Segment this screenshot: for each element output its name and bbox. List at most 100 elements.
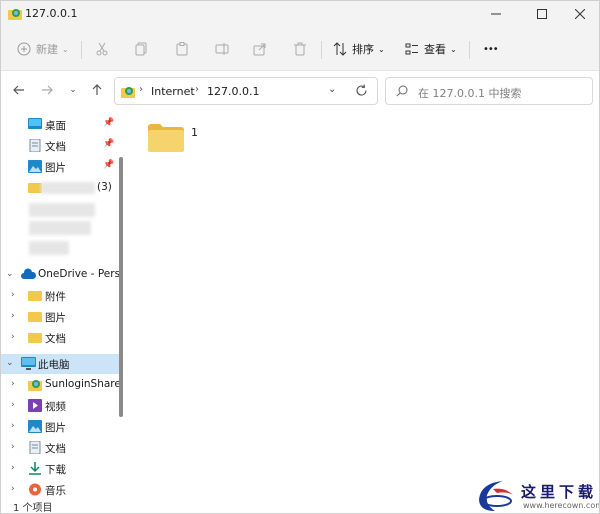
pin-icon: 📌 bbox=[103, 160, 115, 170]
sidebar-item-blurred-folder[interactable]: (3) bbox=[1, 178, 119, 198]
search-placeholder: 在 127.0.0.1 中搜索 bbox=[418, 87, 522, 100]
copy-icon bbox=[135, 42, 147, 56]
refresh-button[interactable] bbox=[355, 84, 373, 102]
back-button[interactable] bbox=[9, 80, 29, 100]
download-icon bbox=[28, 462, 42, 475]
sidebar-item-videos[interactable]: › 视频 bbox=[1, 396, 119, 416]
chevron-down-icon: ⌄ bbox=[62, 44, 69, 54]
new-label: 新建 bbox=[36, 43, 58, 56]
sidebar-item-label: 此电脑 bbox=[38, 359, 70, 371]
sidebar-item-sunlogin-share[interactable]: › SunloginShare( bbox=[1, 375, 119, 395]
search-box[interactable]: 在 127.0.0.1 中搜索 bbox=[385, 77, 593, 105]
sidebar-item-this-pc[interactable]: ⌄ 此电脑 bbox=[1, 354, 119, 374]
scissors-icon bbox=[96, 42, 108, 56]
item-count: 1 个项目 bbox=[13, 503, 53, 514]
new-button[interactable]: 新建 ⌄ bbox=[17, 39, 69, 59]
chevron-right-icon: › bbox=[11, 332, 15, 342]
file-list: 1 bbox=[129, 111, 599, 497]
cloud-icon bbox=[21, 268, 37, 281]
sidebar-item-label: 附件 bbox=[45, 291, 66, 303]
folder-icon bbox=[147, 123, 185, 156]
pin-icon: 📌 bbox=[103, 139, 115, 149]
watermark-logo-icon bbox=[479, 481, 513, 511]
address-dropdown-icon[interactable]: ⌄ bbox=[328, 84, 336, 95]
document-icon bbox=[28, 440, 42, 455]
sidebar-item-desktop[interactable]: 桌面 📌 bbox=[1, 115, 119, 135]
separator bbox=[81, 41, 82, 59]
close-button[interactable] bbox=[557, 1, 599, 27]
cut-button[interactable] bbox=[95, 39, 109, 59]
view-button[interactable]: 查看 ⌄ bbox=[405, 39, 457, 59]
paste-button[interactable] bbox=[175, 39, 189, 59]
sidebar-item-pc-documents[interactable]: › 文档 bbox=[1, 438, 119, 458]
minimize-button[interactable] bbox=[473, 1, 519, 27]
sidebar-item-music[interactable]: › 音乐 bbox=[1, 480, 119, 497]
sort-button[interactable]: 排序 ⌄ bbox=[333, 39, 385, 59]
chevron-right-icon: › bbox=[195, 84, 199, 95]
network-folder-icon bbox=[121, 85, 135, 101]
blurred-item bbox=[29, 221, 91, 235]
sidebar-item-onedrive-documents[interactable]: › 文档 bbox=[1, 328, 119, 348]
chevron-right-icon: › bbox=[11, 379, 15, 389]
chevron-right-icon: › bbox=[11, 463, 15, 473]
chevron-down-icon: ⌄ bbox=[69, 85, 77, 95]
network-drive-icon bbox=[28, 378, 42, 391]
copy-button[interactable] bbox=[135, 39, 149, 59]
chevron-right-icon: › bbox=[11, 400, 15, 410]
sidebar-item-label: (3) bbox=[97, 181, 112, 193]
sidebar-item-label: OneDrive - Perso bbox=[38, 268, 119, 280]
sidebar-item-label: 文档 bbox=[45, 141, 66, 153]
breadcrumb-host[interactable]: 127.0.0.1 bbox=[207, 85, 259, 98]
watermark: 这里下载 www.herecown.com bbox=[471, 473, 600, 513]
sidebar-item-onedrive-pictures[interactable]: › 图片 bbox=[1, 307, 119, 327]
sidebar-item-label: 下载 bbox=[45, 464, 66, 476]
document-icon bbox=[28, 138, 42, 153]
blurred-item bbox=[29, 203, 95, 217]
recent-locations-button[interactable]: ⌄ bbox=[63, 80, 83, 100]
breadcrumb-internet[interactable]: Internet bbox=[151, 85, 195, 98]
pictures-icon bbox=[28, 420, 42, 433]
folder-icon bbox=[28, 310, 42, 323]
share-button[interactable] bbox=[253, 39, 267, 59]
address-bar[interactable]: › Internet › 127.0.0.1 ⌄ bbox=[114, 77, 378, 105]
chevron-down-icon: ⌄ bbox=[378, 44, 385, 54]
sidebar-item-onedrive-attachments[interactable]: › 附件 bbox=[1, 286, 119, 306]
blurred-item bbox=[29, 241, 69, 255]
sidebar-item-label: 文档 bbox=[45, 333, 66, 345]
watermark-url: www.herecown.com bbox=[523, 501, 600, 510]
sidebar-item-label: 音乐 bbox=[45, 485, 66, 497]
rename-button[interactable] bbox=[215, 39, 229, 59]
delete-button[interactable] bbox=[293, 39, 307, 59]
folder-item[interactable]: 1 bbox=[147, 123, 207, 169]
folder-icon bbox=[28, 331, 42, 344]
folder-icon bbox=[28, 181, 42, 194]
chevron-right-icon: › bbox=[11, 442, 15, 452]
separator bbox=[321, 41, 322, 59]
chevron-down-icon: ⌄ bbox=[6, 269, 14, 279]
watermark-text: 这里下载 bbox=[521, 483, 598, 501]
computer-icon bbox=[21, 357, 36, 370]
sidebar-item-label: SunloginShare( bbox=[45, 378, 119, 390]
more-options-button[interactable]: ••• bbox=[483, 39, 499, 59]
forward-button[interactable] bbox=[37, 80, 57, 100]
sidebar-item-downloads[interactable]: › 下载 bbox=[1, 459, 119, 479]
sidebar-item-documents[interactable]: 文档 📌 bbox=[1, 136, 119, 156]
sidebar-item-label: 视频 bbox=[45, 401, 66, 413]
sort-label: 排序 bbox=[352, 43, 374, 56]
command-bar: 新建 ⌄ 排序 ⌄ 查看 ⌄ ••• bbox=[1, 27, 599, 71]
view-icon bbox=[405, 43, 418, 55]
arrow-left-icon bbox=[13, 85, 24, 95]
chevron-down-icon: ⌄ bbox=[450, 44, 457, 54]
sidebar-item-pc-pictures[interactable]: › 图片 bbox=[1, 417, 119, 437]
title-bar: 127.0.0.1 bbox=[1, 1, 599, 27]
chevron-right-icon: › bbox=[11, 290, 15, 300]
refresh-icon bbox=[356, 84, 367, 96]
up-button[interactable] bbox=[87, 80, 107, 100]
navigation-pane: 桌面 📌 文档 📌 图片 📌 (3) ⌄ OneDrive - Perso › bbox=[1, 111, 129, 497]
sidebar-scrollbar[interactable] bbox=[119, 157, 123, 417]
folder-icon bbox=[28, 289, 42, 302]
sidebar-item-onedrive[interactable]: ⌄ OneDrive - Perso bbox=[1, 265, 119, 285]
arrow-right-icon bbox=[42, 85, 53, 95]
explorer-window: 127.0.0.1 新建 ⌄ 排序 ⌄ 查看 ⌄ ••• ⌄ › Interne… bbox=[0, 0, 600, 514]
sidebar-item-pictures[interactable]: 图片 📌 bbox=[1, 157, 119, 177]
